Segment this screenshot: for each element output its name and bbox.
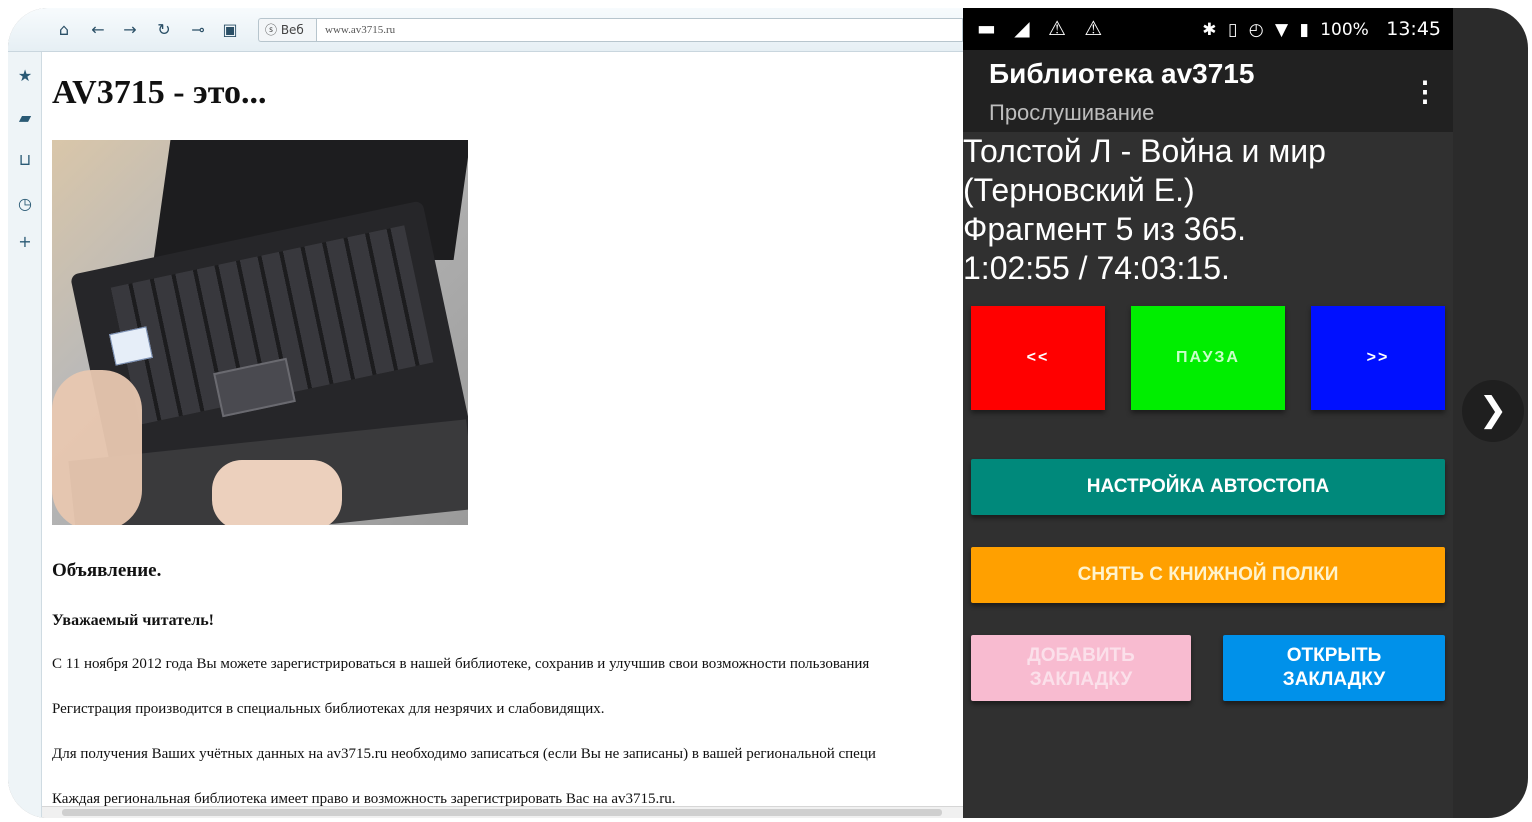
bookmark-icon[interactable]: ▰ [15,108,35,128]
next-chevron-icon[interactable]: ❯ [1462,380,1524,442]
status-bar: ▬ ◢ ⚠ ⚠ ✱ ▯ ◴ ▼ ▮ 100% 13:45 [963,8,1453,50]
autostop-settings-button[interactable]: НАСТРОЙКА АВТОСТОПА [971,459,1445,515]
paragraph: Для получения Ваших учётных данных на av… [52,746,876,762]
battery-icon: ▮ [1299,20,1309,40]
clock-icon[interactable]: ◷ [15,194,35,214]
browser-window: ⌂ ← → ↻ ⊸ ▣ ⓢ Веб www.av3715.ru ★ ▰ ⊔ ◷ … [8,8,963,818]
remove-from-shelf-button[interactable]: СНЯТЬ С КНИЖНОЙ ПОЛКИ [971,547,1445,603]
horizontal-scrollbar[interactable] [42,806,963,818]
status-right: ✱ ▯ ◴ ▼ ▮ 100% 13:45 [1196,18,1441,40]
key-icon[interactable]: ⊸ [188,20,208,40]
save-icon[interactable]: ▣ [220,20,240,40]
star-icon[interactable]: ★ [15,66,35,86]
app-title: Библиотека av3715 [989,58,1255,89]
greeting: Уважаемый читатель! [52,612,214,629]
fragment-counter: Фрагмент 5 из 365. [963,211,1247,247]
forward-icon[interactable]: → [120,20,140,40]
wifi-icon: ▼ [1274,20,1289,40]
clock-time: 13:45 [1386,18,1441,40]
web-page: AV3715 - это... Объявление. Уважаемый чи… [42,52,963,806]
paragraph: С 11 ноября 2012 года Вы можете зарегист… [52,656,870,672]
announcement-title: Объявление. [52,560,162,581]
browser-toolbar: ⌂ ← → ↻ ⊸ ▣ ⓢ Веб www.av3715.ru [8,8,963,52]
back-icon[interactable]: ← [88,20,108,40]
address-bar[interactable]: www.av3715.ru [316,18,963,42]
scrollbar-thumb[interactable] [62,809,942,816]
app-bar: Библиотека av3715 Прослушивание ⋮ [963,50,1453,132]
magnet-icon[interactable]: ⊔ [15,150,35,170]
plus-icon[interactable]: + [15,232,35,252]
paragraph: Каждая региональная библиотека имеет пра… [52,791,676,806]
rewind-button[interactable]: << [971,306,1105,410]
pause-button[interactable]: ПАУЗА [1131,306,1285,410]
app-subtitle: Прослушивание [989,100,1155,125]
book-title: Толстой Л - Война и мир [963,133,1326,169]
search-engine-selector[interactable]: ⓢ Веб [258,18,316,42]
browser-sidebar: ★ ▰ ⊔ ◷ + [8,52,42,818]
forward-button[interactable]: >> [1311,306,1445,410]
refresh-icon[interactable]: ↻ [154,20,174,40]
bluetooth-icon: ✱ [1202,20,1217,40]
home-icon[interactable]: ⌂ [54,20,74,40]
screenshot-frame: ⌂ ← → ↻ ⊸ ▣ ⓢ Веб www.av3715.ru ★ ▰ ⊔ ◷ … [0,0,1532,822]
open-bookmark-button[interactable]: ОТКРЫТЬ ЗАКЛАДКУ [1223,635,1445,701]
laptop-photo [52,140,468,525]
paragraph: Регистрация производится в специальных б… [52,701,605,717]
book-narrator: (Терновский Е.) [963,172,1195,208]
notification-icons: ▬ ◢ ⚠ ⚠ [977,16,1109,40]
playback-time: 1:02:55 / 74:03:15. [963,250,1230,286]
split-screen-card: ⌂ ← → ↻ ⊸ ▣ ⓢ Веб www.av3715.ru ★ ▰ ⊔ ◷ … [8,8,1528,818]
vibrate-icon: ▯ [1227,20,1238,40]
alarm-icon: ◴ [1248,20,1264,40]
battery-percent: 100% [1320,20,1369,40]
overflow-menu-icon[interactable]: ⋮ [1411,74,1439,110]
page-heading: AV3715 - это... [52,74,267,111]
add-bookmark-button[interactable]: ДОБАВИТЬ ЗАКЛАДКУ [971,635,1191,701]
android-app: ▬ ◢ ⚠ ⚠ ✱ ▯ ◴ ▼ ▮ 100% 13:45 Библиотека … [963,8,1453,818]
playback-info: Толстой Л - Война и мир (Терновский Е.) … [963,132,1453,288]
